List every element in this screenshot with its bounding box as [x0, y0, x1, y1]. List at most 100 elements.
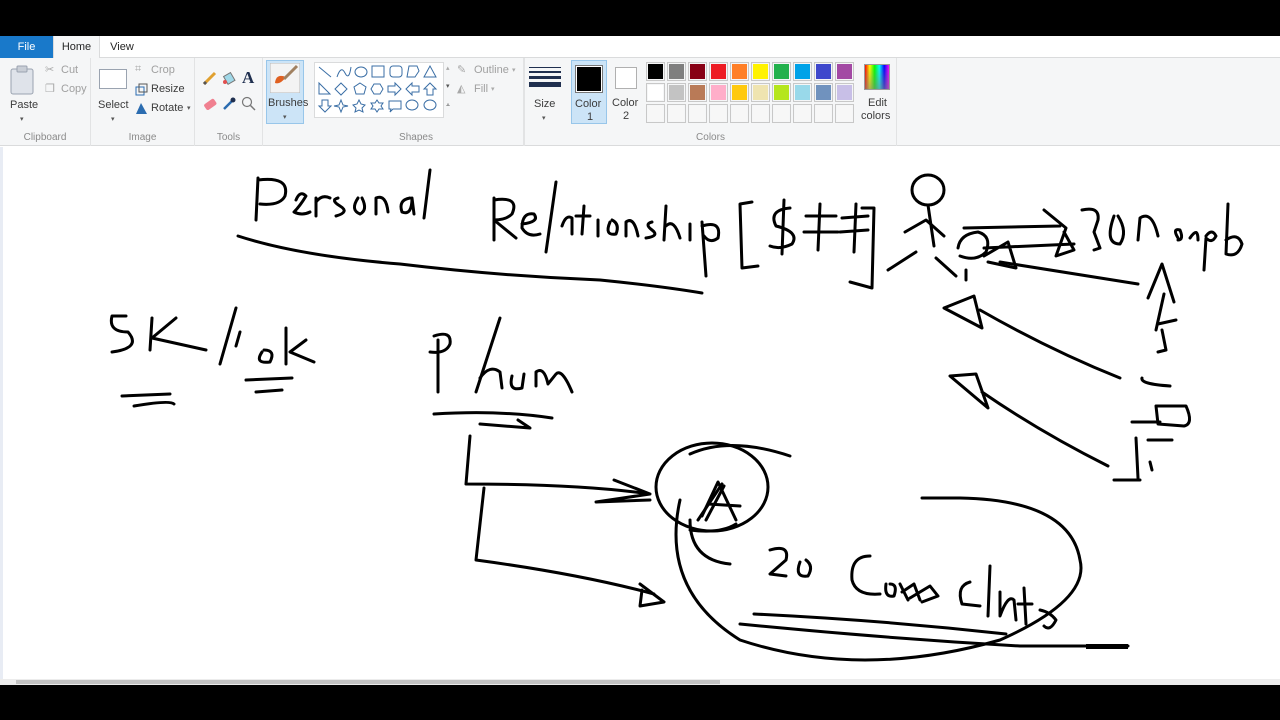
outline-label: Outline	[474, 64, 509, 76]
pencil-icon[interactable]	[202, 70, 218, 86]
color-swatch[interactable]	[772, 62, 791, 81]
colors-group: Edit colors Colors	[524, 58, 897, 146]
color-swatch-fill	[837, 85, 852, 100]
canvas-drawing	[109, 168, 1244, 662]
color-swatch[interactable]	[667, 62, 686, 81]
color-swatch[interactable]	[688, 83, 707, 102]
color-swatch[interactable]	[814, 83, 833, 102]
color-swatch-fill	[711, 85, 726, 100]
shapes-gallery[interactable]	[314, 62, 444, 118]
four-point-star-shape-icon	[333, 98, 349, 114]
color-swatch[interactable]	[730, 83, 749, 102]
paste-button[interactable]: Paste ▾	[5, 61, 39, 123]
horizontal-scrollbar-thumb[interactable]	[16, 680, 720, 684]
shapes-expand-icon[interactable]: ⩡	[446, 102, 450, 110]
color-swatch[interactable]	[835, 104, 854, 123]
crop-icon: ⌗	[135, 63, 142, 75]
color-swatch[interactable]	[730, 104, 749, 123]
edit-colors-label-line1: Edit	[868, 97, 887, 109]
eraser-icon[interactable]	[202, 96, 218, 112]
cut-button[interactable]: ✂ Cut	[45, 63, 89, 79]
color-swatch[interactable]	[751, 62, 770, 81]
color-swatch[interactable]	[814, 62, 833, 81]
rotate-button[interactable]: Rotate ▾	[135, 101, 193, 117]
5k-underline	[120, 392, 176, 408]
select-button[interactable]: Select ▾	[96, 61, 130, 123]
color-swatch-fill	[711, 106, 726, 121]
shapes-scroll-down-icon[interactable]: ▾	[446, 82, 450, 90]
tab-view[interactable]: View	[100, 36, 144, 58]
color-swatch[interactable]	[772, 83, 791, 102]
handwritten-per-hour	[428, 316, 574, 394]
rotate-icon	[136, 103, 147, 114]
brushes-label: Brushes	[268, 97, 309, 109]
tab-home[interactable]: Home	[53, 36, 100, 59]
color-swatch[interactable]	[793, 104, 812, 123]
color-swatch[interactable]	[709, 62, 728, 81]
shapes-scroll-up-icon[interactable]: ▴	[446, 64, 450, 72]
color-swatch[interactable]	[835, 83, 854, 102]
magnifier-icon[interactable]	[241, 96, 257, 112]
arrow-back-2	[948, 372, 1110, 468]
cut-label: Cut	[61, 64, 79, 76]
colors-group-label: Colors	[696, 132, 725, 143]
color-palette	[646, 60, 858, 123]
color-swatch-fill	[732, 106, 747, 121]
color-swatch[interactable]	[646, 62, 665, 81]
fill-bucket-icon[interactable]	[221, 70, 237, 86]
curve-shape-icon	[336, 66, 352, 78]
color-swatch[interactable]	[646, 83, 665, 102]
copy-button[interactable]: ❐ Copy	[45, 82, 89, 98]
color-swatch[interactable]	[772, 104, 791, 123]
color-swatch-fill	[774, 106, 789, 121]
right-triangle-shape-icon	[318, 81, 332, 95]
tab-file[interactable]: File	[0, 36, 53, 58]
shapes-group-label: Shapes	[399, 132, 433, 143]
crop-button[interactable]: ⌗ Crop	[135, 63, 193, 79]
image-group-label: Image	[128, 132, 157, 143]
color-swatch-fill	[711, 64, 726, 79]
color-swatch[interactable]	[667, 104, 686, 123]
color-swatch[interactable]	[709, 104, 728, 123]
edit-colors-button[interactable]: Edit colors	[859, 60, 895, 124]
color-swatch[interactable]	[667, 83, 686, 102]
drawing-canvas[interactable]	[0, 147, 1280, 684]
arrow-to-circle	[464, 434, 652, 504]
color-swatch-fill	[690, 85, 705, 100]
hexagon-shape-icon	[370, 83, 384, 95]
color-swatch-fill	[669, 106, 684, 121]
stick-figure	[886, 173, 958, 278]
color-swatch[interactable]	[814, 104, 833, 123]
crop-label: Crop	[151, 64, 175, 76]
10k-underline	[244, 376, 294, 394]
copy-label: Copy	[61, 83, 87, 95]
color-swatch[interactable]	[688, 104, 707, 123]
color-swatch[interactable]	[793, 62, 812, 81]
color-swatch[interactable]	[688, 62, 707, 81]
color-swatch[interactable]	[793, 83, 812, 102]
resize-button[interactable]: Resize	[135, 82, 193, 98]
fill-button[interactable]: ◭ Fill ▾	[457, 82, 521, 98]
paint-window: File Home View Paste ▾ ✂ Cut ❐ Copy Clip…	[0, 36, 1280, 685]
color-swatch-fill	[753, 106, 768, 121]
horizontal-scrollbar[interactable]	[0, 679, 1280, 685]
brush-icon	[270, 63, 300, 93]
color-swatch[interactable]	[730, 62, 749, 81]
color-swatch[interactable]	[751, 83, 770, 102]
color-swatch[interactable]	[835, 62, 854, 81]
color-picker-icon[interactable]	[221, 96, 237, 112]
shapes-gallery-scroll[interactable]: ▴ ▾ ⩡	[445, 62, 454, 118]
color-swatch[interactable]	[709, 83, 728, 102]
color-swatch-fill	[816, 85, 831, 100]
brushes-button[interactable]: Brushes ▾	[266, 60, 308, 124]
color-swatch[interactable]	[751, 104, 770, 123]
tools-group: A Tools	[195, 58, 263, 146]
color-swatch-fill	[774, 64, 789, 79]
outline-button[interactable]: ✎ Outline ▾	[457, 63, 521, 79]
color-swatch-fill	[837, 64, 852, 79]
color-swatch-fill	[669, 64, 684, 79]
outline-dropdown-icon: ▾	[512, 67, 516, 74]
arrow-back-1	[942, 294, 1122, 380]
text-tool-icon[interactable]: A	[242, 68, 254, 88]
color-swatch[interactable]	[646, 104, 665, 123]
